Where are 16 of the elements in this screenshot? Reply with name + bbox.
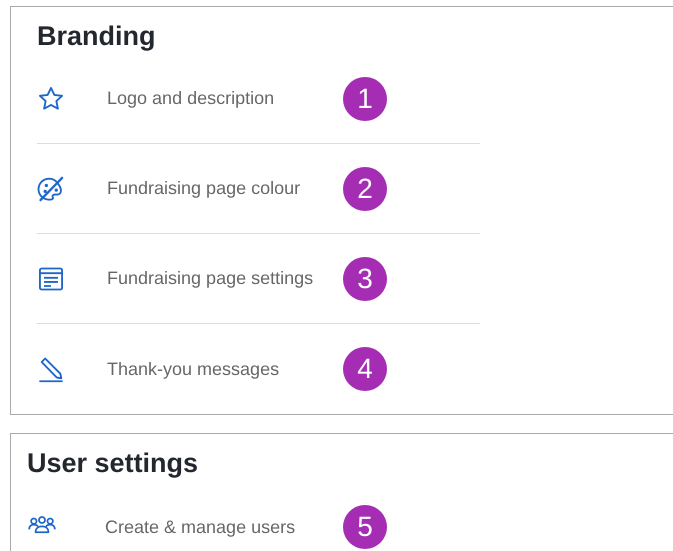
section-title: User settings [27, 447, 198, 480]
section-title: Branding [37, 20, 156, 53]
settings-link[interactable]: Fundraising page colour [107, 178, 300, 199]
settings-link[interactable]: Logo and description [107, 88, 274, 109]
step-number: 2 [343, 166, 387, 210]
document-icon [37, 264, 65, 292]
step-number: 1 [343, 76, 387, 120]
pencil-icon [37, 355, 65, 383]
step-number: 5 [343, 505, 387, 549]
star-icon [37, 84, 65, 112]
settings-link[interactable]: Create & manage users [105, 516, 296, 538]
step-number: 4 [343, 347, 387, 391]
palette-icon [37, 174, 65, 202]
settings-link[interactable]: Thank-you messages [107, 358, 280, 380]
step-number: 3 [343, 256, 387, 300]
settings-link[interactable]: Fundraising page settings [107, 268, 314, 289]
